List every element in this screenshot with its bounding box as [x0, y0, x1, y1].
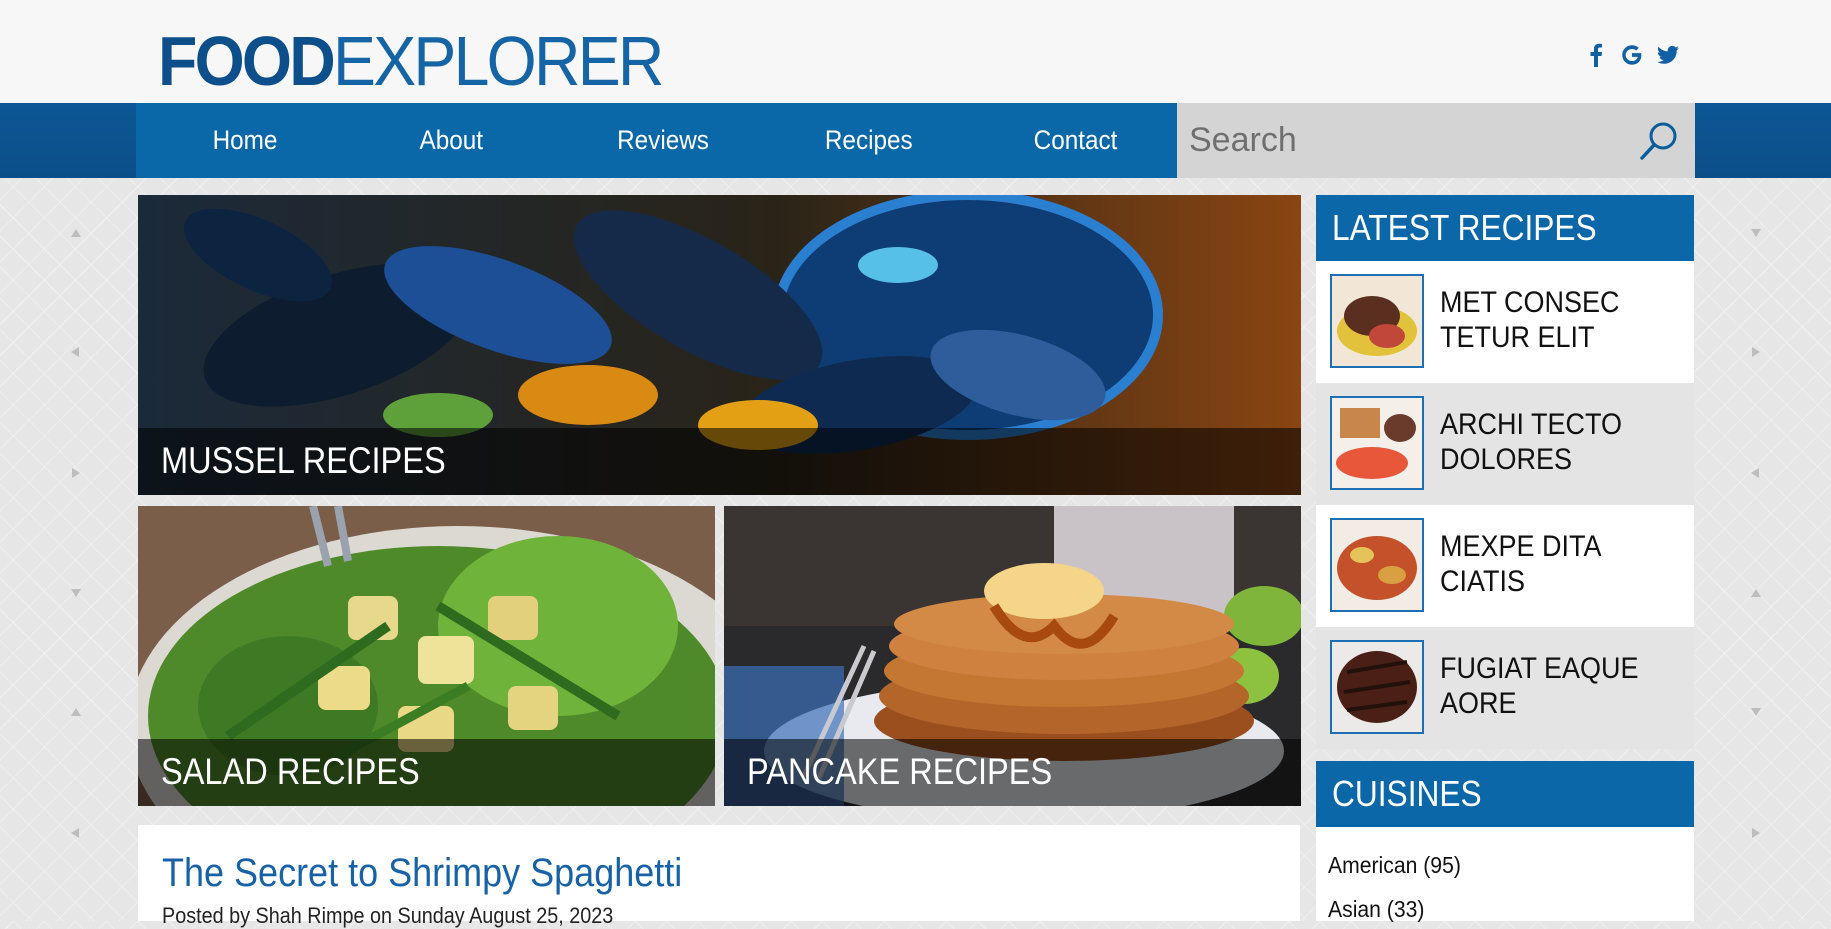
recipe-thumbnail: [1330, 274, 1424, 368]
latest-recipe-item[interactable]: FUGIAT EAQUE AORE: [1316, 627, 1694, 749]
featured-salad-caption: SALAD RECIPES: [161, 751, 420, 792]
decorative-triangle-icon: [71, 229, 81, 237]
search-box: [1177, 103, 1695, 178]
article-title[interactable]: The Secret to Shrimpy Spaghetti: [162, 851, 682, 896]
decorative-triangle-icon: [1751, 229, 1761, 237]
cuisine-link[interactable]: Asian (33): [1328, 896, 1424, 923]
cuisines-list: American (95) Asian (33): [1316, 827, 1694, 923]
latest-recipes-header: LATEST RECIPES: [1316, 195, 1694, 261]
decorative-triangle-icon: [1752, 347, 1760, 357]
featured-caption-bar: MUSSEL RECIPES: [138, 428, 1301, 495]
latest-recipe-title: FUGIAT EAQUE AORE: [1440, 652, 1639, 720]
cuisines-header: CUISINES: [1316, 761, 1694, 827]
latest-recipes-title: LATEST RECIPES: [1332, 207, 1597, 248]
nav-about[interactable]: About: [420, 103, 484, 178]
decorative-triangle-icon: [71, 347, 79, 357]
cuisines-title: CUISINES: [1332, 773, 1482, 814]
facebook-icon[interactable]: [1585, 42, 1607, 68]
decorative-triangle-icon: [1752, 828, 1760, 838]
featured-mussel-tile[interactable]: MUSSEL RECIPES: [138, 195, 1301, 495]
decorative-triangle-icon: [71, 589, 81, 597]
decorative-triangle-icon: [71, 828, 79, 838]
latest-recipe-item[interactable]: MET CONSEC TETUR ELIT: [1316, 261, 1694, 383]
recipe-thumbnail: [1330, 518, 1424, 612]
search-icon[interactable]: [1637, 119, 1681, 163]
decorative-triangle-icon: [1751, 468, 1759, 478]
latest-recipe-title: ARCHI TECTO DOLORES: [1440, 408, 1623, 476]
featured-caption-bar: SALAD RECIPES: [138, 739, 715, 806]
twitter-icon[interactable]: [1657, 42, 1679, 68]
featured-salad-tile[interactable]: SALAD RECIPES: [138, 506, 715, 806]
nav-reviews[interactable]: Reviews: [617, 103, 709, 178]
latest-recipe-title: MEXPE DITA CIATIS: [1440, 530, 1601, 598]
latest-recipe-item[interactable]: ARCHI TECTO DOLORES: [1316, 383, 1694, 505]
latest-recipe-title: MET CONSEC TETUR ELIT: [1440, 286, 1620, 354]
latest-recipe-item[interactable]: MEXPE DITA CIATIS: [1316, 505, 1694, 627]
logo-bold-text: FOOD: [158, 22, 336, 100]
recipe-thumbnail: [1330, 640, 1424, 734]
nav-recipes[interactable]: Recipes: [825, 103, 913, 178]
decorative-triangle-icon: [1751, 589, 1761, 597]
main-nav: Home About Reviews Recipes Contact: [136, 103, 1177, 178]
cuisine-link[interactable]: American (95): [1328, 852, 1461, 879]
recipe-thumbnail: [1330, 396, 1424, 490]
featured-pancake-caption: PANCAKE RECIPES: [747, 751, 1053, 792]
search-input[interactable]: [1177, 103, 1641, 178]
google-icon[interactable]: [1621, 42, 1643, 68]
social-links: [1585, 42, 1679, 68]
site-header: FOODEXPLORER: [0, 0, 1831, 103]
featured-caption-bar: PANCAKE RECIPES: [724, 739, 1301, 806]
decorative-triangle-icon: [1751, 708, 1761, 716]
nav-contact[interactable]: Contact: [1034, 103, 1118, 178]
decorative-triangle-icon: [71, 708, 81, 716]
site-logo[interactable]: FOODEXPLORER: [158, 26, 664, 96]
featured-mussel-caption: MUSSEL RECIPES: [161, 440, 446, 481]
nav-home[interactable]: Home: [213, 103, 278, 178]
article-meta: Posted by Shah Rimpe on Sunday August 25…: [162, 903, 614, 928]
featured-pancake-tile[interactable]: PANCAKE RECIPES: [724, 506, 1301, 806]
decorative-triangle-icon: [72, 468, 80, 478]
logo-normal-text: EXPLORER: [333, 22, 664, 100]
article-card: The Secret to Shrimpy Spaghetti Posted b…: [138, 825, 1300, 928]
